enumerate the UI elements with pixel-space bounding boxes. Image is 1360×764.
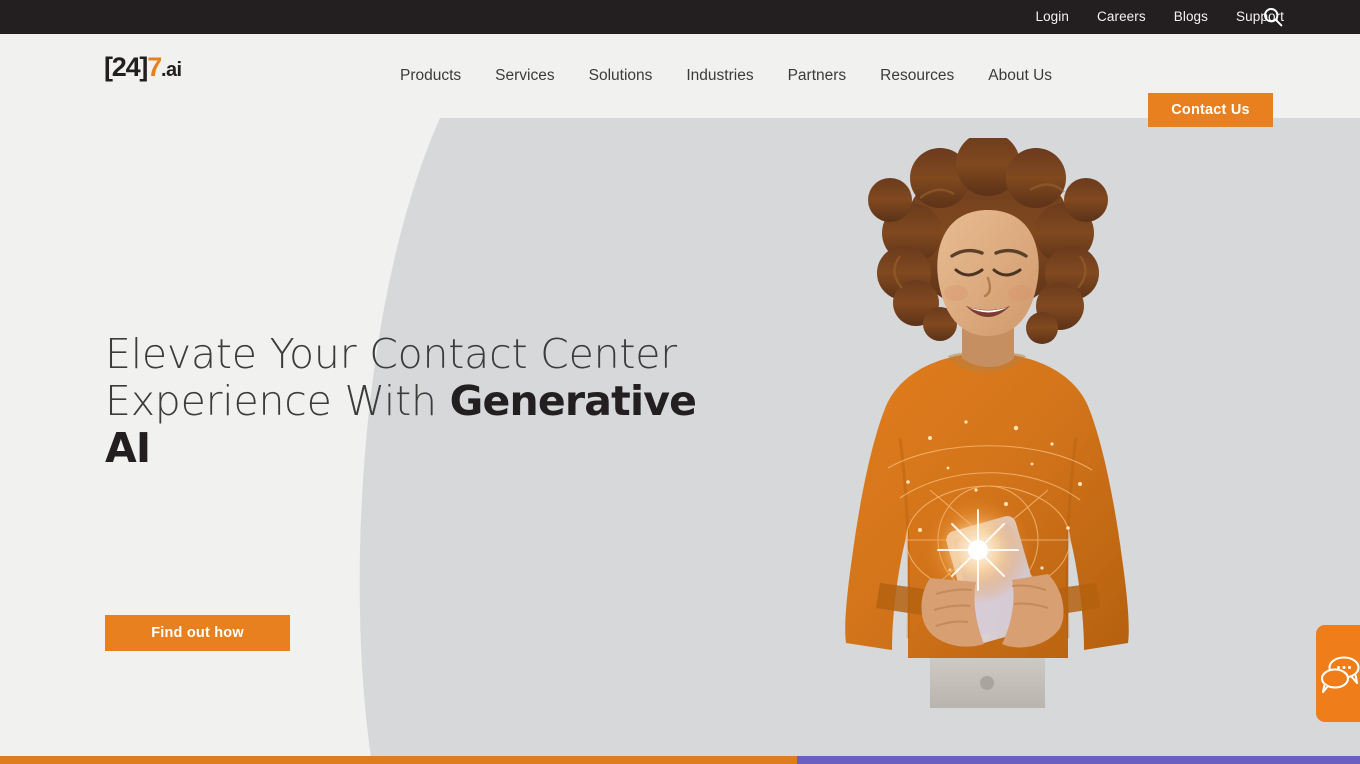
- top-utility-bar: Login Careers Blogs Support: [0, 0, 1360, 34]
- main-navigation: Products Services Solutions Industries P…: [400, 34, 1052, 118]
- chat-widget-launcher[interactable]: [1316, 625, 1360, 722]
- bottom-progress-strip: [0, 756, 1360, 764]
- logo-part-seven: 7: [147, 52, 162, 82]
- page-title: Elevate Your Contact Center Experience W…: [105, 331, 725, 472]
- nav-item-industries[interactable]: Industries: [686, 67, 753, 85]
- topbar-link-login[interactable]: Login: [1035, 0, 1069, 34]
- hero-section: Elevate Your Contact Center Experience W…: [0, 118, 1360, 764]
- topbar-link-blogs[interactable]: Blogs: [1174, 0, 1208, 34]
- topbar-link-careers[interactable]: Careers: [1097, 0, 1146, 34]
- nav-item-products[interactable]: Products: [400, 67, 461, 85]
- site-header: [24]7.ai Products Services Solutions Ind…: [0, 34, 1360, 127]
- nav-item-partners[interactable]: Partners: [788, 67, 847, 85]
- logo-part-ai: .ai: [161, 59, 182, 81]
- nav-item-about-us[interactable]: About Us: [988, 67, 1052, 85]
- search-icon[interactable]: [1262, 6, 1284, 28]
- hero-image-woman-with-phone: [780, 138, 1180, 708]
- strip-segment-orange: [0, 756, 797, 764]
- strip-segment-purple: [797, 756, 1360, 764]
- site-logo[interactable]: [24]7.ai: [104, 52, 182, 82]
- find-out-how-button[interactable]: Find out how: [105, 615, 290, 651]
- nav-item-services[interactable]: Services: [495, 67, 554, 85]
- nav-item-solutions[interactable]: Solutions: [589, 67, 653, 85]
- chat-bubbles-icon: [1316, 654, 1360, 694]
- hero-copy: Elevate Your Contact Center Experience W…: [105, 331, 725, 472]
- page-root: Login Careers Blogs Support [24]7.ai Pro…: [0, 0, 1360, 764]
- logo-part-brackets: [24]: [104, 52, 148, 82]
- nav-item-resources[interactable]: Resources: [880, 67, 954, 85]
- contact-us-button[interactable]: Contact Us: [1148, 93, 1273, 127]
